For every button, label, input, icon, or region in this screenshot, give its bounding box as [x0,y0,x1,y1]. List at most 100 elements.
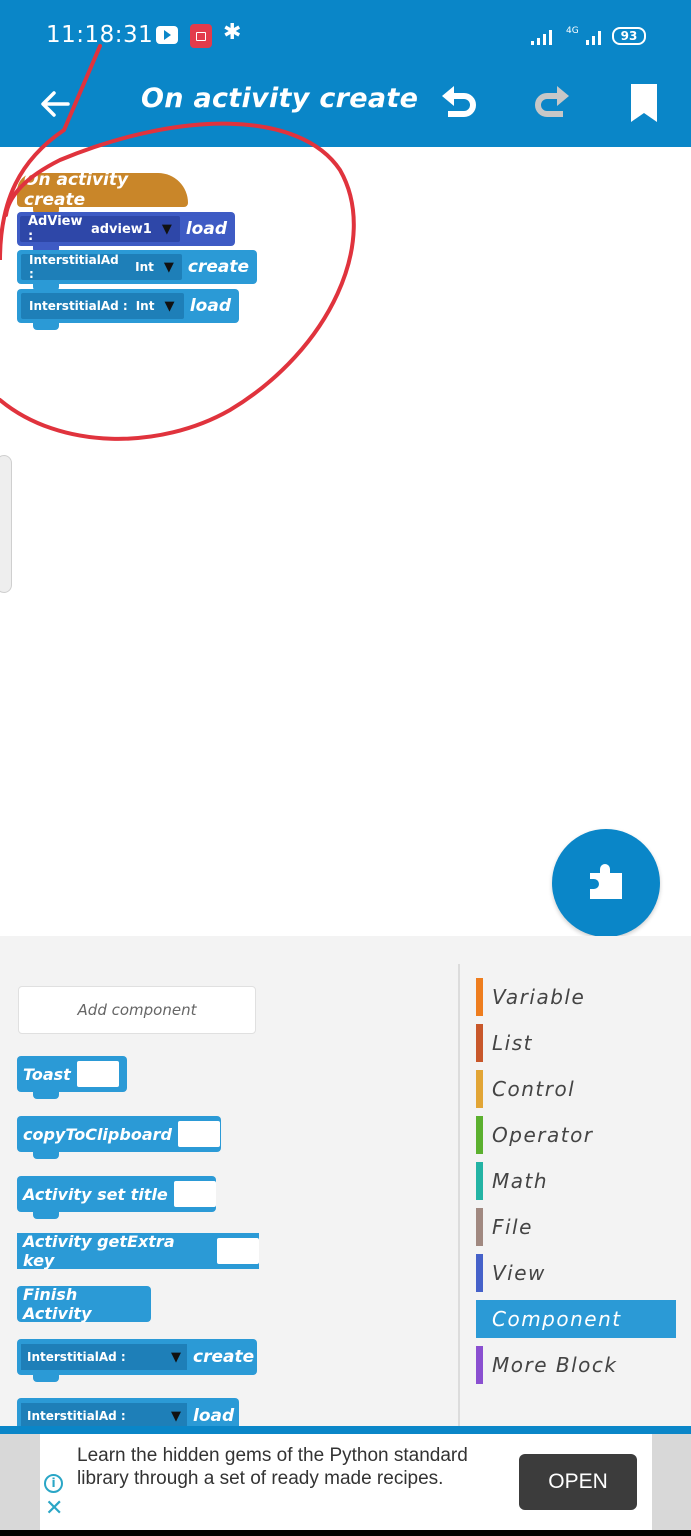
network-type-label: 4G [566,26,579,36]
signal-4g-icon [586,30,601,45]
caret-down-icon: ▼ [171,1349,181,1365]
block-type-label: AdView : [28,214,83,244]
category-label: Variable [492,985,586,1009]
category-variable[interactable]: Variable [476,978,676,1016]
category-color-bar [476,1208,483,1246]
drawer-handle[interactable] [0,455,12,593]
gear-icon: ✱ [223,20,242,45]
category-label: Math [492,1169,549,1193]
palette-block-label: Activity getExtra key [23,1232,175,1270]
interstitial-selector[interactable]: InterstitialAd : ▼ [21,1344,187,1370]
category-operator[interactable]: Operator [476,1116,676,1154]
event-block-on-activity-create[interactable]: On activity create [17,170,188,214]
interstitial-create-block[interactable]: InterstitialAd : Int ▼ create [17,250,257,291]
block-verb: create [193,1347,255,1367]
category-file[interactable]: File [476,1208,676,1246]
text-slot [217,1238,259,1264]
back-button[interactable] [34,82,78,126]
redo-button[interactable] [527,78,577,128]
text-slot [177,1121,220,1147]
interstitial-selector[interactable]: InterstitialAd : Int ▼ [21,253,182,281]
toggle-palette-fab[interactable] [552,829,660,937]
caret-down-icon: ▼ [171,1408,181,1424]
category-label: Component [492,1307,622,1331]
palette-block-label: copyToClipboard [23,1124,172,1144]
redo-icon [535,86,569,117]
app-bar: On activity create [0,70,691,147]
block-verb: load [189,296,231,316]
youtube-icon [156,26,178,44]
undo-button[interactable] [434,78,484,128]
block-canvas[interactable]: On activity create AdView : adview1 ▼ lo… [0,147,691,937]
caret-down-icon: ▼ [161,221,172,237]
category-color-bar [476,1070,483,1108]
caret-down-icon: ▼ [164,298,175,314]
status-bar: 11:18:31 ✱ 4G 93 [0,0,691,70]
ad-top-strip [0,1426,691,1434]
caret-down-icon: ▼ [163,259,174,275]
block-selected-value: Int [135,260,154,274]
bookmark-button[interactable] [619,78,669,128]
palette-blocks[interactable]: Add component Toast copyToClipboard Acti… [0,936,458,1441]
interstitial-load-block[interactable]: InterstitialAd : Int ▼ load [17,289,239,330]
palette-block-label: Activity set title [23,1184,168,1204]
category-list-item[interactable]: List [476,1024,676,1062]
ad-card[interactable]: i ✕ Learn the hidden gems of the Python … [40,1434,652,1530]
palette-block-activity-getextra[interactable]: Activity getExtra key [17,1232,259,1270]
palette-block-copy-to-clipboard[interactable]: copyToClipboard [17,1116,221,1159]
event-block-label: On activity create [24,170,129,210]
category-label: List [492,1031,533,1055]
category-color-bar [476,1116,483,1154]
category-label: View [492,1261,546,1285]
block-verb: load [185,219,227,239]
status-time: 11:18:31 [46,22,154,48]
text-slot [76,1061,119,1087]
battery-icon: 93 [612,27,646,45]
block-selected-value: adview1 [90,221,152,237]
close-icon[interactable]: ✕ [45,1498,63,1520]
category-label: Control [492,1077,576,1101]
category-label: Operator [492,1123,594,1147]
category-view[interactable]: View [476,1254,676,1292]
adview-selector[interactable]: AdView : adview1 ▼ [20,214,180,244]
category-math[interactable]: Math [476,1162,676,1200]
category-list: Variable List Control Operator Math File… [476,978,676,1392]
palette-block-label: InterstitialAd : [27,1409,126,1423]
palette-block-label: Finish Activity [23,1285,92,1323]
block-type-label: InterstitialAd : [29,253,119,281]
puzzle-piece-icon [590,864,622,899]
palette-block-label: InterstitialAd : [27,1350,126,1364]
interstitial-selector[interactable]: InterstitialAd : Int ▼ [21,293,184,319]
screen-bottom-edge [0,1530,691,1536]
ad-text: Learn the hidden gems of the Python stan… [77,1445,468,1489]
ad-open-button[interactable]: OPEN [519,1454,637,1510]
undo-icon [442,86,476,117]
add-component-button[interactable]: Add component [18,986,256,1034]
palette-block-toast[interactable]: Toast [17,1056,127,1099]
adview-load-block[interactable]: AdView : adview1 ▼ load [17,212,235,253]
category-label: File [492,1215,533,1239]
category-label: More Block [492,1353,618,1377]
category-color-bar [476,1024,483,1062]
category-color-bar [476,1300,483,1338]
palette-block-label: Toast [23,1064,71,1084]
app-screen: 11:18:31 ✱ 4G 93 On activity create On a… [0,0,691,1536]
page-title: On activity create [141,83,419,114]
palette-block-finish-activity[interactable]: Finish Activity [17,1285,151,1323]
block-selected-value: Int [135,299,155,313]
text-slot [173,1181,216,1207]
category-more-block[interactable]: More Block [476,1346,676,1384]
screen-record-icon [190,24,212,48]
block-verb: create [187,257,249,277]
palette-block-interstitial-create[interactable]: InterstitialAd : ▼ create [17,1339,257,1382]
ad-banner: i ✕ Learn the hidden gems of the Python … [0,1434,691,1530]
info-icon[interactable]: i [44,1474,63,1493]
arrow-left-icon [41,91,70,117]
block-type-label: InterstitialAd : [29,299,128,313]
category-component[interactable]: Component [476,1300,676,1338]
category-color-bar [476,978,483,1016]
category-color-bar [476,1346,483,1384]
category-control[interactable]: Control [476,1070,676,1108]
palette-block-activity-set-title[interactable]: Activity set title [17,1176,216,1219]
category-color-bar [476,1162,483,1200]
